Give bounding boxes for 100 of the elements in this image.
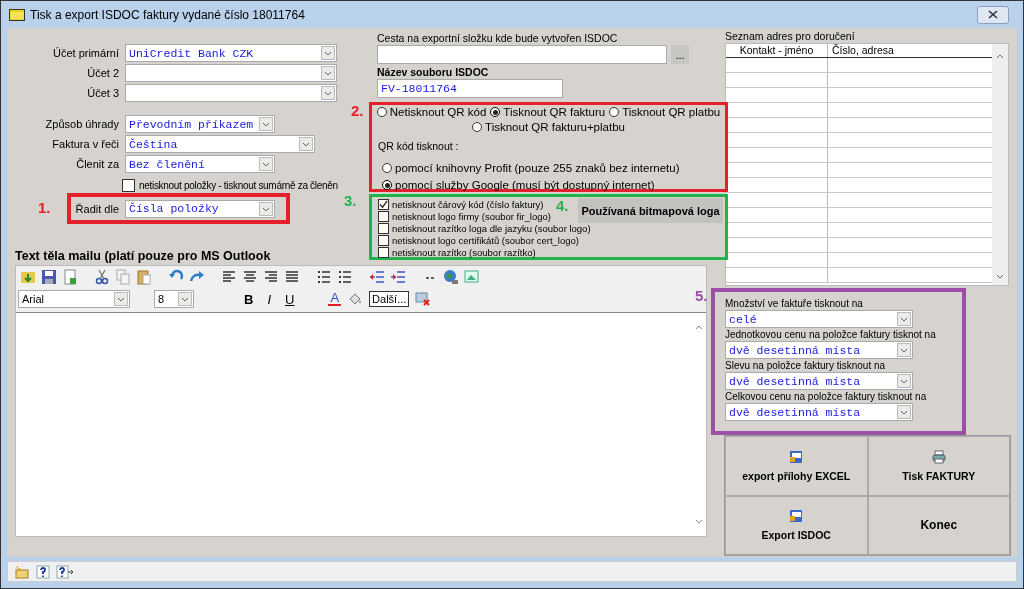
scroll-down-icon[interactable]	[694, 518, 704, 526]
chevron-icon	[897, 312, 911, 326]
align-center-icon[interactable]	[242, 269, 258, 285]
image-icon[interactable]	[464, 269, 480, 285]
annotation-number: 5.	[695, 287, 708, 304]
radio-button[interactable]	[376, 107, 387, 117]
checkbox[interactable]	[122, 179, 135, 192]
checkbox-label: netisknout položky - tisknout sumárně za členěn	[139, 180, 338, 191]
field-label: Členit za	[75, 158, 120, 170]
dropdown-field[interactable]: celé	[725, 310, 913, 328]
checkbox-label: netisknout logo firmy (soubor fir_logo)	[392, 210, 551, 222]
scroll-down-icon[interactable]	[995, 273, 1005, 281]
help-icon[interactable]	[36, 564, 50, 579]
dropdown-field[interactable]: Čeština	[125, 135, 315, 153]
checkbox[interactable]	[378, 198, 389, 210]
align-right-icon[interactable]	[263, 269, 279, 285]
checkbox-label: netisknout razítko loga dle jazyku (soubor logo)	[392, 222, 591, 234]
size-dropdown[interactable]: 8	[154, 290, 194, 308]
more-button[interactable]: Další...	[369, 291, 410, 307]
clear-format-icon[interactable]	[415, 291, 432, 307]
chevron-icon	[259, 201, 273, 216]
action-button[interactable]: Tisk FAKTURY	[867, 436, 1010, 496]
font-dropdown[interactable]: Arial	[18, 290, 130, 308]
field-label: Cesta na exportní složku kde bude vytvořen ISDOC	[377, 32, 618, 44]
action-button[interactable]: Konec	[867, 495, 1010, 555]
action-button[interactable]: Export ISDOC	[725, 495, 868, 555]
annotation-number: 1.	[38, 199, 51, 216]
browse-button[interactable]: ...	[671, 45, 689, 64]
checkbox[interactable]	[378, 222, 389, 234]
export-icon	[789, 449, 804, 464]
paste-icon[interactable]	[136, 269, 152, 285]
radio-button[interactable]	[490, 107, 501, 117]
field-label: Účet 3	[86, 87, 120, 99]
dropdown-field[interactable]: Převodním příkazem	[125, 115, 275, 133]
checkbox[interactable]	[378, 210, 389, 222]
sort-dropdown[interactable]: Čísla položky	[125, 199, 275, 218]
globe-icon[interactable]	[443, 269, 459, 285]
column-header[interactable]: Číslo, adresa	[828, 44, 992, 57]
dropdown-field[interactable]: dvě desetinná místa	[725, 403, 913, 421]
chevron-icon	[114, 292, 128, 306]
chevron-icon	[259, 117, 273, 131]
field-label: Jednotkovou cenu na položce faktury tisknot na	[725, 329, 937, 341]
radio-label[interactable]: pomocí služby Google (musí být dostupný internet)	[395, 178, 655, 192]
indent-icon[interactable]	[390, 269, 406, 285]
new-document-icon[interactable]	[62, 269, 78, 285]
cut-icon[interactable]	[94, 269, 110, 285]
radio-label[interactable]: Netisknout QR kód	[389, 105, 487, 119]
scroll-up-icon[interactable]	[995, 52, 1005, 60]
column-header[interactable]: Kontakt - jméno	[726, 44, 828, 57]
chevron-icon	[178, 292, 192, 306]
underline-button[interactable]: U	[281, 291, 299, 307]
radio-button[interactable]	[472, 122, 483, 132]
path-field[interactable]	[377, 45, 667, 64]
save-icon[interactable]	[41, 269, 57, 285]
field-label: Řadit dle	[74, 202, 120, 215]
close-button[interactable]	[977, 5, 1009, 24]
justify-icon[interactable]	[284, 269, 300, 285]
file-name-field[interactable]: FV-18011764	[377, 79, 563, 98]
align-left-icon[interactable]	[221, 269, 237, 285]
radio-button[interactable]	[382, 180, 392, 190]
scroll-up-icon[interactable]	[694, 323, 704, 331]
bullet-list-icon[interactable]	[316, 269, 332, 285]
scrollbar[interactable]	[992, 44, 1008, 285]
account-dropdown[interactable]: UniCredit Bank CZK	[125, 44, 337, 62]
field-label: Způsob úhrady	[44, 118, 120, 130]
export-icon	[789, 509, 804, 524]
dropdown-field[interactable]: dvě desetinná místa	[725, 341, 913, 359]
printer-icon	[931, 449, 946, 464]
field-label: Celkovou cenu na položce faktury tisknout na	[725, 391, 928, 403]
font-color-button[interactable]: A	[328, 292, 342, 306]
field-label: Název souboru ISDOC	[377, 66, 489, 78]
radio-label[interactable]: Tisknout QR fakturu+platbu	[485, 120, 625, 134]
folder-add-icon[interactable]	[20, 269, 36, 285]
radio-label[interactable]: Tisknout QR platbu	[622, 105, 721, 119]
italic-button[interactable]: I	[263, 291, 275, 307]
chevron-icon	[897, 343, 911, 357]
outdent-icon[interactable]	[369, 269, 385, 285]
folder-icon	[9, 8, 25, 21]
dropdown-field[interactable]: Bez členění	[125, 155, 275, 173]
list-title: Seznam adres pro doručení	[725, 30, 856, 42]
chevron-icon	[321, 46, 335, 60]
checkbox[interactable]	[378, 246, 389, 258]
action-button[interactable]: export přílohy EXCEL	[725, 436, 868, 496]
context-help-icon[interactable]	[56, 564, 74, 579]
window-title: Tisk a export ISDOC faktury vydané číslo 18011764	[30, 7, 306, 22]
dropdown-field[interactable]: dvě desetinná místa	[725, 372, 913, 390]
radio-button[interactable]	[609, 107, 620, 117]
bold-button[interactable]: B	[240, 291, 258, 307]
radio-label[interactable]: pomocí knihovny Profit (pouze 255 znaků bez internetu)	[395, 161, 680, 175]
radio-button[interactable]	[382, 163, 392, 173]
chevron-icon	[259, 157, 273, 171]
field-label: Slevu na položce faktury tisknout na	[725, 360, 887, 372]
section-label: QR kód tisknout :	[378, 140, 460, 152]
chevron-icon	[299, 137, 313, 151]
annotation-number: 2.	[351, 102, 364, 119]
chevron-icon	[897, 405, 911, 419]
logos-button[interactable]: Používaná bitmapová loga	[578, 198, 723, 223]
field-label: Faktura v řeči	[51, 138, 120, 150]
checkbox[interactable]	[378, 234, 389, 246]
radio-label[interactable]: Tisknout QR fakturu	[503, 105, 606, 119]
